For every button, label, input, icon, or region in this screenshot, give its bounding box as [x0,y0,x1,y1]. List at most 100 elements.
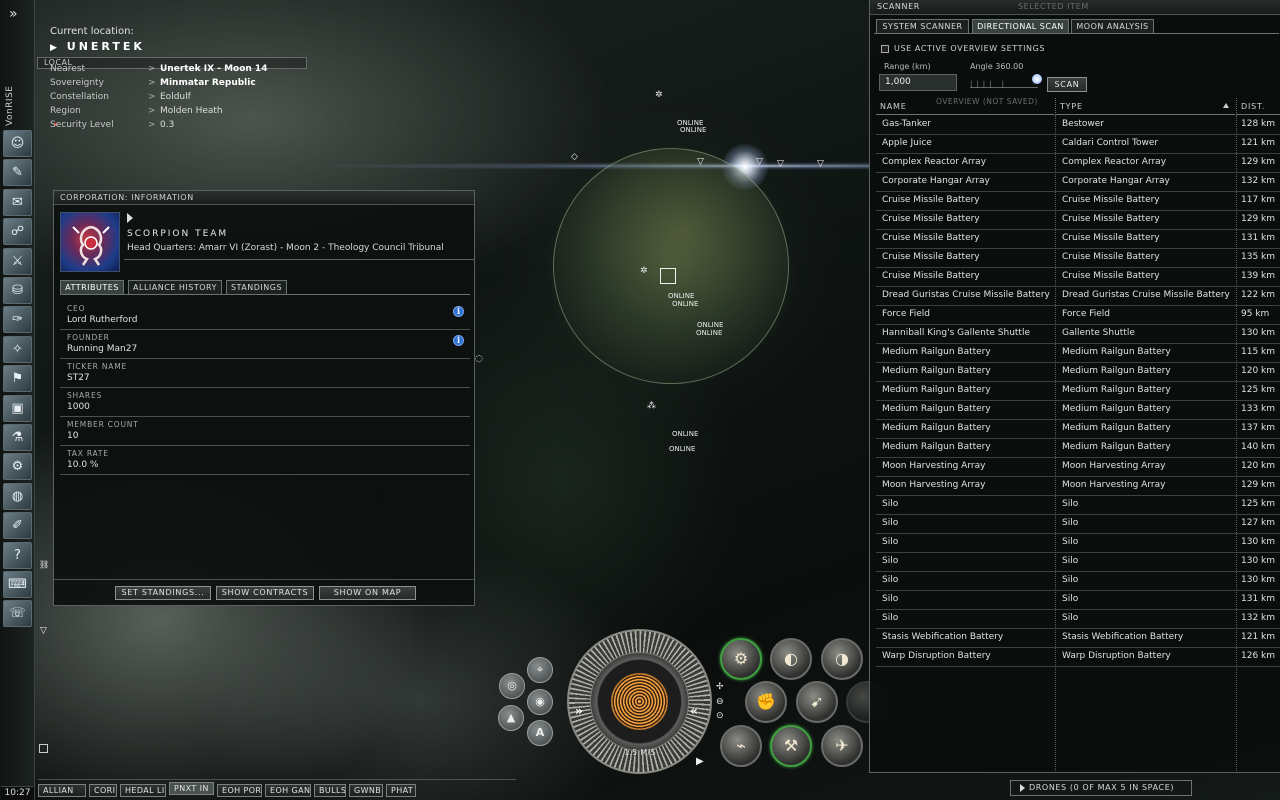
table-row[interactable]: Cruise Missile Battery Cruise Missile Bat… [876,192,1280,211]
skills-icon[interactable]: ✎ [3,159,32,187]
column-header-type[interactable]: TYPE [1055,98,1235,115]
location-value[interactable]: Unertek IX - Moon 14 [160,64,267,74]
table-row[interactable]: Apple Juice Caldari Control Tower 121 km [876,135,1280,154]
help-icon[interactable]: ? [3,541,32,569]
table-row[interactable]: Cruise Missile Battery Cruise Missile Bat… [876,268,1280,287]
character-sheet-icon[interactable]: ☺ [3,130,32,157]
show-contracts-button[interactable]: SHOW CONTRACTS [216,586,314,600]
location-value[interactable]: Minmatar Republic [160,78,256,88]
support-icon[interactable]: ☏ [3,600,32,628]
table-row[interactable]: Silo Silo 130 km [876,534,1280,553]
table-row[interactable]: Warp Disruption Battery Warp Disruption B… [876,648,1280,667]
headquarters[interactable]: Head Quarters: Amarr VI (Zorast) - Moon … [127,243,444,253]
corporation-icon[interactable]: ⚑ [3,365,32,393]
chat-channel-tab[interactable]: PNXT IN [169,782,214,795]
table-row[interactable]: Stasis Webification Battery Stasis Webifi… [876,629,1280,648]
show-on-map-button[interactable]: SHOW ON MAP [319,586,416,600]
structure-cluster-icon[interactable]: ✲ [640,266,648,276]
table-row[interactable]: Cruise Missile Battery Cruise Missile Bat… [876,230,1280,249]
assets-icon[interactable]: ▣ [3,394,32,422]
chat-channel-tab[interactable]: EOH GAN [265,784,311,797]
table-row[interactable]: Silo Silo 130 km [876,572,1280,591]
fitting-icon[interactable]: ⚙ [3,453,32,481]
tab-moon-analysis[interactable]: MOON ANALYSIS [1071,19,1154,33]
column-header-distance[interactable]: DIST. [1236,98,1280,115]
table-row[interactable]: Medium Railgun Battery Medium Railgun Bat… [876,439,1280,458]
browser-icon[interactable]: ◍ [3,482,32,510]
info-icon[interactable]: i [453,306,464,317]
minimized-window-icon[interactable] [39,744,48,753]
object-bracket-icon[interactable]: ▽ [777,159,784,169]
chat-channel-tab[interactable]: GWNB! [349,784,383,797]
table-row[interactable]: Moon Harvesting Array Moon Harvesting Arr… [876,458,1280,477]
table-row[interactable]: Cruise Missile Battery Cruise Missile Bat… [876,211,1280,230]
object-bracket-icon[interactable]: ◇ [571,152,578,162]
table-row[interactable]: Medium Railgun Battery Medium Railgun Bat… [876,382,1280,401]
object-bracket-icon[interactable]: ▽ [817,159,824,169]
scanner-caption[interactable]: SCANNER SELECTED ITEM [870,0,1280,15]
attribute-value[interactable]: Running Man27 [67,344,137,354]
market-icon[interactable]: ⛁ [3,277,32,304]
stop-icon[interactable]: ✢ [716,682,724,692]
cargo-icon[interactable]: ▲ [498,705,524,731]
chat-channel-tab[interactable]: CORI [89,784,117,797]
map-icon[interactable]: ✧ [3,335,32,363]
module-slot[interactable]: ✈ [821,725,863,767]
set-standings-button[interactable]: SET STANDINGS... [115,586,211,600]
tactical-overlay-icon[interactable]: ⌖ [527,657,553,683]
chat-channel-tab[interactable]: EOH POR [217,784,262,797]
selection-bracket[interactable] [660,268,676,284]
module-slot[interactable]: ➹ [796,681,838,723]
speed-down-icon[interactable]: » [575,704,583,718]
module-slot[interactable]: ◐ [770,638,812,680]
calculator-icon[interactable]: ⌨ [3,571,32,598]
location-value[interactable]: Eoldulf [160,92,191,102]
table-row[interactable]: Cruise Missile Battery Cruise Missile Bat… [876,249,1280,268]
tab-attributes[interactable]: ATTRIBUTES [60,280,124,294]
lock-icon[interactable]: ⛓ [39,560,49,569]
corporation-name[interactable]: SCORPION TEAM [127,229,228,239]
journal-icon[interactable]: ✑ [3,306,32,334]
notepad-icon[interactable]: ✐ [3,512,32,540]
structure-cluster-icon[interactable]: ✲ [655,90,663,100]
table-row[interactable]: Dread Guristas Cruise Missile Battery Dre… [876,287,1280,306]
window-caption[interactable]: CORPORATION: INFORMATION [54,191,474,205]
expand-hud-icon[interactable]: ▶ [696,756,704,767]
table-row[interactable]: Silo Silo 132 km [876,610,1280,629]
scanner-icon[interactable]: ◉ [527,689,553,715]
table-row[interactable]: Silo Silo 130 km [876,553,1280,572]
table-row[interactable]: Silo Silo 127 km [876,515,1280,534]
speed-up-icon[interactable]: « [690,704,698,718]
chat-channel-tab[interactable]: HEDAL LI [120,784,166,797]
chat-channel-tab[interactable]: ALLIAN [38,784,86,797]
use-overview-checkbox[interactable] [881,45,889,53]
tab-alliance-history[interactable]: ALLIANCE HISTORY [128,280,222,294]
object-bracket-icon[interactable]: ▽ [756,157,763,167]
wallet-icon[interactable]: ⚔ [3,247,32,275]
table-row[interactable]: Force Field Force Field 95 km [876,306,1280,325]
attribute-value[interactable]: Lord Rutherford [67,315,137,325]
module-slot[interactable]: ◑ [821,638,863,680]
science-industry-icon[interactable]: ⚗ [3,424,32,451]
table-row[interactable]: Medium Railgun Battery Medium Railgun Bat… [876,401,1280,420]
module-slot[interactable]: ⚙ [720,638,762,680]
tab-standings[interactable]: STANDINGS [226,280,287,294]
angle-slider-handle[interactable] [1032,74,1042,84]
module-slot[interactable]: ⚒ [770,725,812,767]
chat-channel-tab[interactable]: PHAT [386,784,416,797]
module-slot[interactable]: ⌁ [720,725,762,767]
range-input[interactable]: 1,000 [879,74,957,91]
module-slot[interactable]: ✊ [745,681,787,723]
expand-neocom-icon[interactable]: » [9,6,18,22]
table-row[interactable]: Silo Silo 125 km [876,496,1280,515]
table-row[interactable]: Complex Reactor Array Complex Reactor Arr… [876,154,1280,173]
table-row[interactable]: Gas-Tanker Bestower 128 km [876,116,1280,135]
tab-system-scanner[interactable]: SYSTEM SCANNER [876,19,969,33]
drones-window[interactable]: DRONES (0 OF MAX 5 IN SPACE) [1010,780,1192,796]
table-row[interactable]: Silo Silo 131 km [876,591,1280,610]
people-places-icon[interactable]: ☍ [3,218,32,246]
object-bracket-icon[interactable]: ◌ [475,354,483,364]
system-name[interactable]: ▶ UNERTEK [50,40,145,53]
mail-icon[interactable]: ✉ [3,188,32,216]
table-row[interactable]: Moon Harvesting Array Moon Harvesting Arr… [876,477,1280,496]
